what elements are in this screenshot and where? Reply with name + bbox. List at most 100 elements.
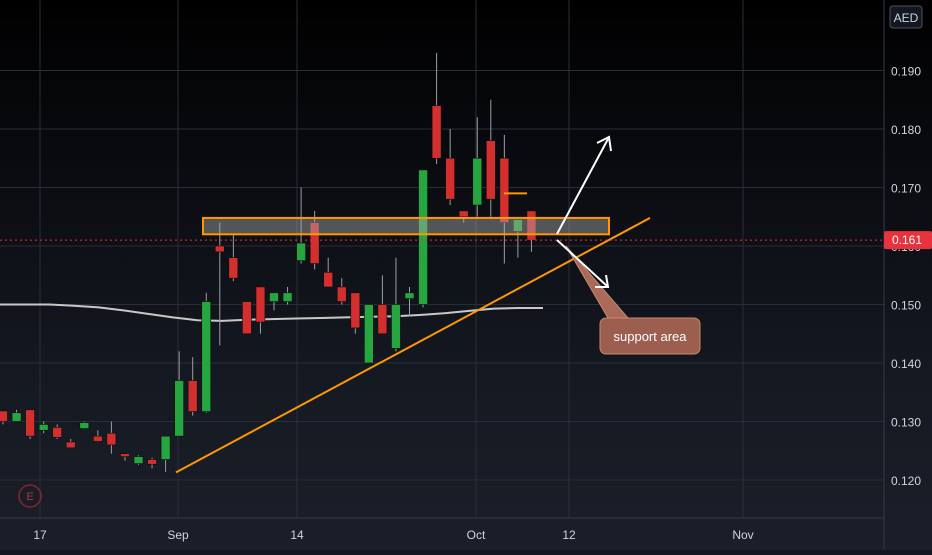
axes: 0.1200.1300.1400.1500.1600.1700.1800.190… [0,0,921,550]
y-tick-label: 0.130 [891,416,921,430]
candle-body [201,301,212,412]
candle-body [228,257,239,279]
x-tick-label: 14 [290,528,304,542]
candle-body [187,380,198,412]
candle [215,222,225,346]
x-tick-label: Sep [167,528,189,542]
candle [499,134,510,264]
candle-body [120,453,130,457]
candle-body [25,409,35,437]
candle [0,410,8,425]
candle-body [350,292,361,329]
candle-body [377,304,388,335]
candle-body [445,157,455,200]
candle [174,351,184,437]
candle-body [431,105,442,159]
candle-body [391,304,401,349]
candle-body [472,157,483,206]
candle [106,421,117,454]
candle-body [269,292,279,302]
candle-body [65,441,76,449]
x-tick-label: 17 [33,528,47,542]
candle-body [106,432,117,446]
candle [147,457,157,469]
y-tick-label: 0.190 [891,65,921,79]
candle [269,292,279,311]
candle-body [255,286,266,323]
last-price-badge: 0.161 [884,231,932,250]
candle [336,278,347,305]
candle [93,430,103,442]
candle [404,286,415,317]
candle-body [52,427,63,438]
candle [282,286,293,305]
chart-container: 0.1200.1300.1400.1500.1600.1700.1800.190… [0,0,932,550]
candle-body [485,140,496,200]
candle [364,304,374,364]
candle-body [38,424,49,431]
candle-body [79,422,90,429]
x-tick-label: Oct [467,528,486,542]
candle [133,455,144,465]
candle [242,301,252,335]
y-tick-label: 0.150 [891,299,921,313]
currency-label: AED [894,11,919,25]
candle [79,421,90,430]
support-area-label: support area [614,329,688,344]
x-tick-label: 12 [562,528,576,542]
earnings-marker-label: E [26,491,33,503]
candle-body [418,169,428,305]
candle-body [336,286,347,302]
candle [377,275,388,335]
candle [160,435,171,472]
candle-body [458,210,469,218]
candle [323,257,334,288]
trendline[interactable] [175,217,651,474]
candle [418,169,428,308]
candle [350,292,361,334]
candle [120,453,130,461]
candle-body [93,435,103,442]
candle [445,129,455,206]
candle [11,409,22,422]
y-tick-label: 0.120 [891,474,921,488]
candlestick-chart: 0.1200.1300.1400.1500.1600.1700.1800.190… [0,0,932,550]
candle-body [11,412,22,422]
candle-body [160,435,171,460]
y-tick-label: 0.180 [891,123,921,137]
candle-body [0,410,8,422]
candle [431,52,442,165]
support-area-callout: support area [565,245,701,355]
candle [391,257,401,352]
grid-lines [0,0,884,518]
y-tick-label: 0.170 [891,182,921,196]
currency-badge[interactable]: AED [889,5,923,29]
earnings-marker[interactable]: E [18,484,42,508]
candle [228,234,239,282]
up-arrow-head [596,135,612,152]
candle [485,99,496,217]
candle-body [296,242,306,261]
candle [472,117,483,217]
candle-body [499,157,510,223]
candles [0,52,537,472]
candle-body [215,245,225,253]
candle [52,424,63,440]
candle-body [147,459,157,465]
candle-body [364,304,374,364]
candle [255,286,266,334]
candle-body [404,292,415,299]
candle-body [133,456,144,464]
candle-body [174,380,184,437]
support-area-box[interactable] [202,216,610,236]
last-price-label: 0.161 [892,233,922,247]
candle [187,357,198,416]
candle-body [242,301,252,335]
candle [201,292,212,413]
y-tick-label: 0.140 [891,357,921,371]
candle-body [323,272,334,288]
x-tick-label: Nov [732,528,753,542]
candle [65,439,76,449]
candle-body [282,292,293,302]
candle [25,409,35,440]
